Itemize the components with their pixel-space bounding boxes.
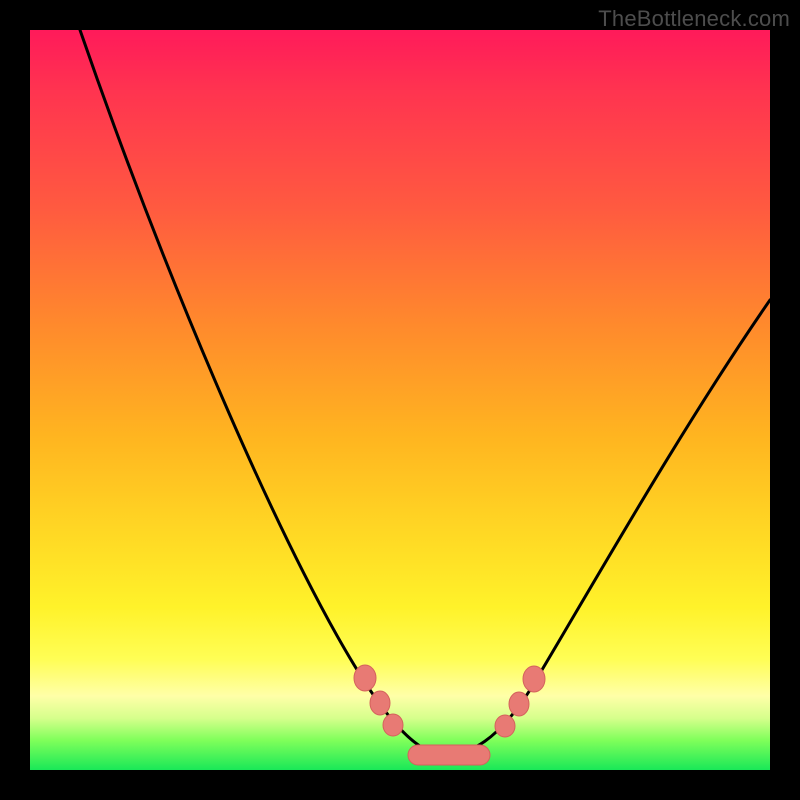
chart-frame: TheBottleneck.com: [0, 0, 800, 800]
marker-dot: [509, 692, 529, 716]
chart-svg: [30, 30, 770, 770]
marker-dot: [354, 665, 376, 691]
marker-dot: [370, 691, 390, 715]
bottleneck-curve: [80, 30, 770, 755]
plot-area: [30, 30, 770, 770]
marker-dot: [523, 666, 545, 692]
marker-dot: [495, 715, 515, 737]
marker-dot: [383, 714, 403, 736]
marker-bar: [408, 745, 490, 765]
watermark-text: TheBottleneck.com: [598, 6, 790, 32]
